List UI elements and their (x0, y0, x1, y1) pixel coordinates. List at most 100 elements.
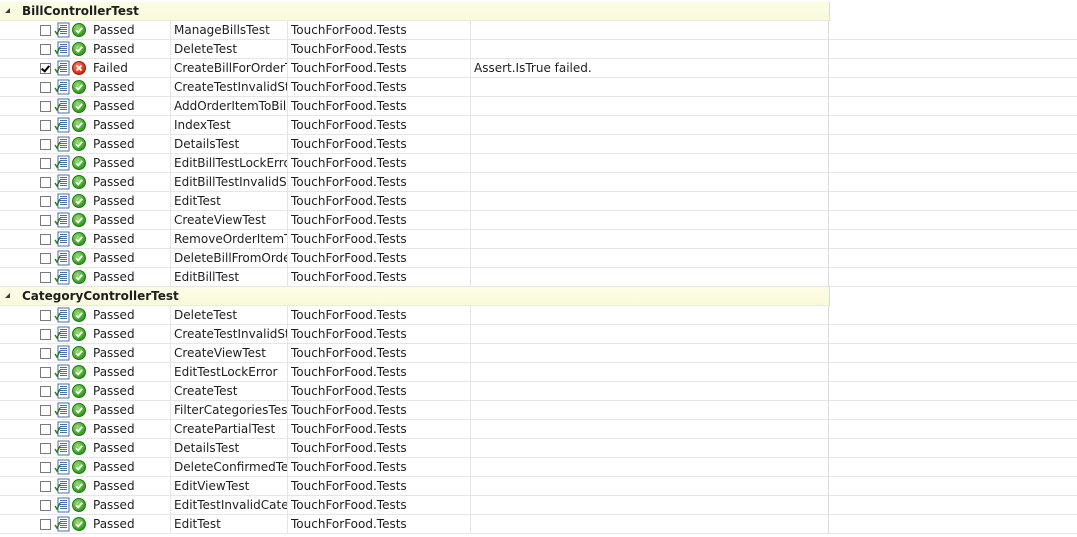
table-row[interactable]: Passed DeleteBillFromOrderTest TouchForFoo… (0, 249, 1077, 268)
table-row[interactable]: Passed EditTest TouchForFood.Tests (0, 192, 1077, 211)
table-row[interactable]: Passed EditBillTestInvalidState TouchForFo… (0, 173, 1077, 192)
row-checkbox[interactable] (40, 120, 51, 131)
error-message-cell (474, 249, 827, 267)
project-cell: TouchForFood.Tests (291, 517, 407, 531)
row-checkbox[interactable] (40, 234, 51, 245)
passed-check-icon (72, 365, 86, 379)
table-row[interactable]: Passed DetailsTest TouchForFood.Tests (0, 439, 1077, 458)
error-message-cell (474, 420, 827, 438)
table-row[interactable]: Passed DeleteTest TouchForFood.Tests (0, 40, 1077, 59)
test-name-cell: ManageBillsTest (174, 23, 270, 37)
table-row[interactable]: Passed EditBillTestLockError TouchForFood.… (0, 154, 1077, 173)
row-checkbox[interactable] (40, 424, 51, 435)
table-row[interactable]: Passed CreateTestInvalidState TouchForFood… (0, 325, 1077, 344)
table-row[interactable]: Passed CreateTestInvalidState TouchForFood… (0, 78, 1077, 97)
row-checkbox[interactable] (40, 158, 51, 169)
table-row[interactable]: Passed DetailsTest TouchForFood.Tests (0, 135, 1077, 154)
table-row[interactable]: Passed EditTest TouchForFood.Tests (0, 515, 1077, 534)
table-row[interactable]: Passed AddOrderItemToBillTest TouchForFood… (0, 97, 1077, 116)
row-checkbox[interactable] (40, 44, 51, 55)
column-divider (170, 363, 171, 382)
test-document-icon (54, 421, 71, 438)
table-row[interactable]: Passed RemoveOrderItemTest TouchForFood.Te… (0, 230, 1077, 249)
table-row[interactable]: Passed EditTestLockError TouchForFood.Test… (0, 363, 1077, 382)
error-message-cell (474, 458, 827, 476)
column-divider (828, 21, 829, 40)
table-row[interactable]: Passed EditTestInvalidCategory TouchForFoo… (0, 496, 1077, 515)
row-checkbox[interactable] (40, 196, 51, 207)
error-message-cell (474, 363, 827, 381)
row-checkbox[interactable] (40, 82, 51, 93)
test-name-cell: IndexTest (174, 118, 231, 132)
result-cell: Passed (93, 479, 135, 493)
group-header-row[interactable]: BillControllerTest (0, 2, 1077, 21)
test-name-cell: EditBillTestLockError (174, 156, 287, 170)
test-name-cell: RemoveOrderItemTest (174, 232, 287, 246)
table-row[interactable]: Passed ManageBillsTest TouchForFood.Tests (0, 21, 1077, 40)
row-checkbox[interactable] (40, 386, 51, 397)
row-checkbox[interactable] (40, 177, 51, 188)
test-document-icon (54, 98, 71, 115)
result-cell: Passed (93, 308, 135, 322)
group-header-row[interactable]: CategoryControllerTest (0, 287, 1077, 306)
column-divider (170, 135, 171, 154)
column-divider (470, 59, 471, 78)
error-message-cell (474, 192, 827, 210)
column-divider (470, 211, 471, 230)
collapse-triangle-icon[interactable] (5, 293, 10, 298)
column-divider (828, 230, 829, 249)
row-checkbox[interactable] (40, 348, 51, 359)
column-divider (470, 306, 471, 325)
error-message-cell (474, 40, 827, 58)
table-row[interactable]: Passed CreatePartialTest TouchForFood.Test… (0, 420, 1077, 439)
column-divider (287, 97, 288, 116)
table-row[interactable]: Failed CreateBillForOrderTes TouchForFood.… (0, 59, 1077, 78)
table-row[interactable]: Passed CreateViewTest TouchForFood.Tests (0, 344, 1077, 363)
row-checkbox[interactable] (40, 25, 51, 36)
error-message-cell (474, 21, 827, 39)
table-row[interactable]: Passed IndexTest TouchForFood.Tests (0, 116, 1077, 135)
row-checkbox[interactable] (40, 443, 51, 454)
table-row[interactable]: Passed CreateTest TouchForFood.Tests (0, 382, 1077, 401)
table-row[interactable]: Passed DeleteConfirmedTest TouchForFood.Te… (0, 458, 1077, 477)
row-checkbox[interactable] (40, 500, 51, 511)
table-row[interactable]: Passed FilterCategoriesTest TouchForFood.T… (0, 401, 1077, 420)
empty-area (829, 287, 1077, 306)
table-row[interactable]: Passed DeleteTest TouchForFood.Tests (0, 306, 1077, 325)
row-checkbox[interactable] (40, 272, 51, 283)
row-checkbox[interactable] (40, 215, 51, 226)
collapse-triangle-icon[interactable] (5, 8, 10, 13)
test-document-icon (54, 193, 71, 210)
column-divider (828, 116, 829, 135)
column-divider (287, 477, 288, 496)
table-row[interactable]: Passed EditViewTest TouchForFood.Tests (0, 477, 1077, 496)
test-document-icon (54, 41, 71, 58)
test-document-icon (54, 307, 71, 324)
table-row[interactable]: Passed EditBillTest TouchForFood.Tests (0, 268, 1077, 287)
column-divider (828, 496, 829, 515)
row-checkbox[interactable] (40, 462, 51, 473)
row-checkbox[interactable] (40, 405, 51, 416)
row-checkbox[interactable] (40, 367, 51, 378)
row-checkbox[interactable] (40, 329, 51, 340)
project-cell: TouchForFood.Tests (291, 498, 407, 512)
passed-check-icon (72, 327, 86, 341)
row-checkbox[interactable] (40, 63, 51, 74)
column-divider (287, 515, 288, 534)
result-cell: Passed (93, 251, 135, 265)
row-checkbox[interactable] (40, 481, 51, 492)
row-checkbox[interactable] (40, 101, 51, 112)
result-cell: Passed (93, 118, 135, 132)
row-checkbox[interactable] (40, 253, 51, 264)
column-divider (828, 477, 829, 496)
column-divider (170, 382, 171, 401)
test-name-cell: AddOrderItemToBillTest (174, 99, 287, 113)
passed-check-icon (72, 232, 86, 246)
row-checkbox[interactable] (40, 310, 51, 321)
row-checkbox[interactable] (40, 139, 51, 150)
column-divider (170, 344, 171, 363)
table-row[interactable]: Passed CreateViewTest TouchForFood.Tests (0, 211, 1077, 230)
row-checkbox[interactable] (40, 519, 51, 530)
group-name: CategoryControllerTest (22, 289, 179, 303)
project-cell: TouchForFood.Tests (291, 270, 407, 284)
